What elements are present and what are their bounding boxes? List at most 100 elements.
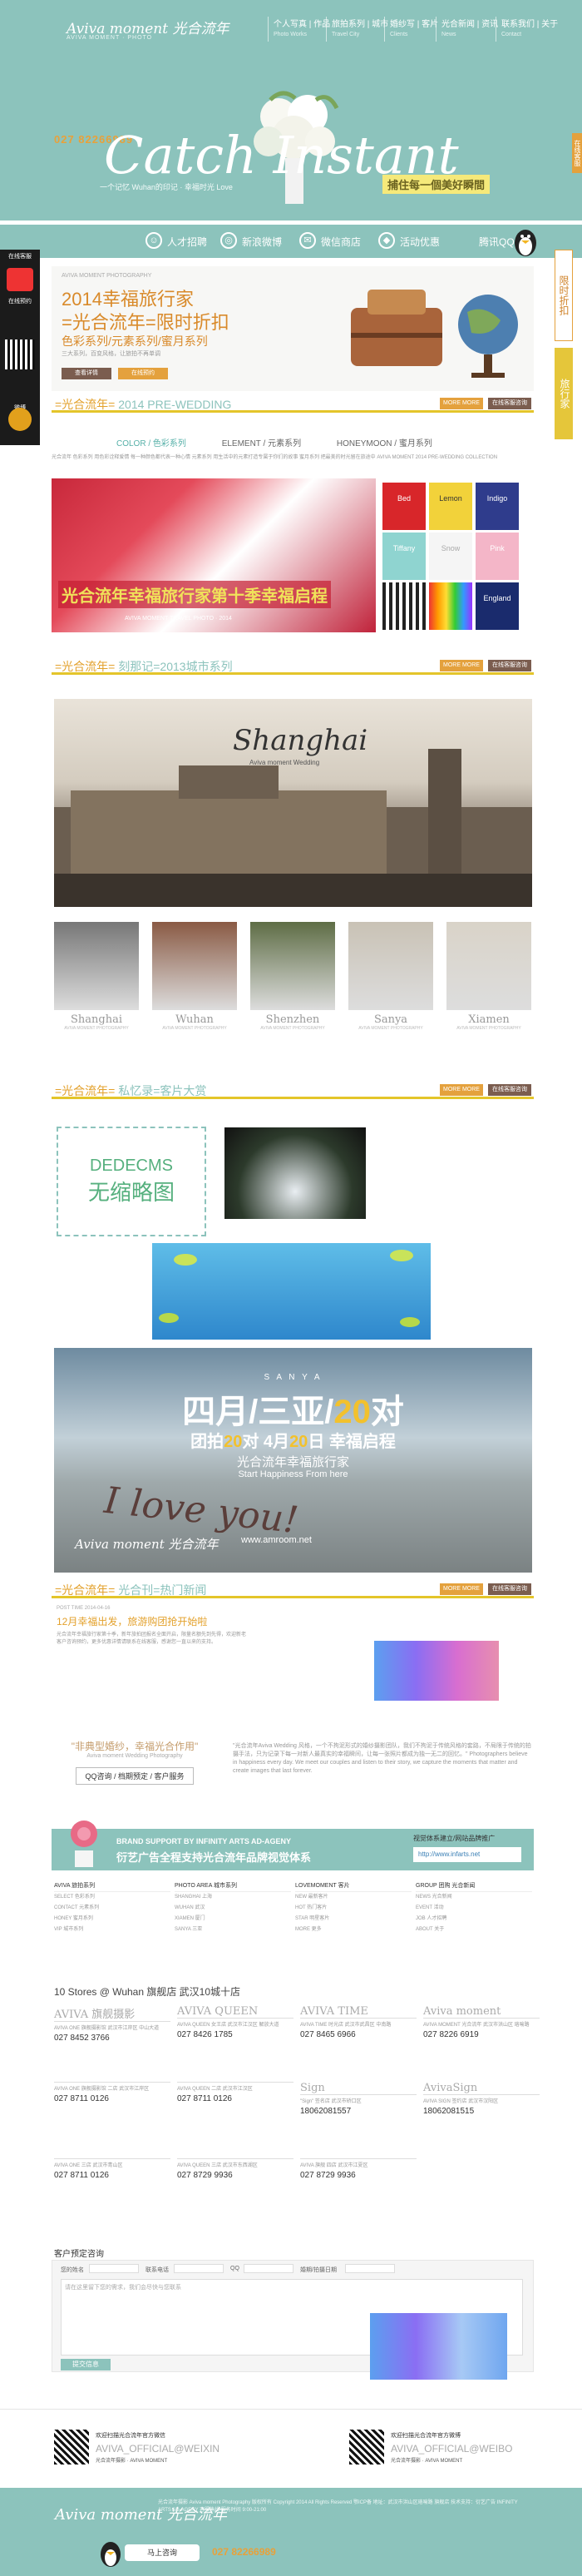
ad-line2: 衍艺广告全程支持光合流年品牌视觉体系 bbox=[116, 1851, 312, 1864]
ad-line3: 视觉体系建立/网站品牌推广 bbox=[413, 1835, 496, 1842]
store-card[interactable]: Aviva moment AVIVA MOMENT 光合流年 武汉市洪山区 珞喻路… bbox=[423, 2005, 540, 2039]
store-card[interactable]: AVIVA QUEEN 二店 武汉市江汉区 027 8711 0126 bbox=[177, 2082, 293, 2103]
city-thumb[interactable]: Sanya AVIVA MOMENT PHOTOGRAPHY bbox=[348, 922, 433, 1031]
color-swatch[interactable]: Indigo bbox=[476, 483, 519, 530]
menu-qq[interactable]: 腾讯QQ bbox=[457, 235, 515, 249]
nav-item-5[interactable]: 联系我们 | 关于 Contact bbox=[496, 17, 558, 42]
color-swatch[interactable]: Bed bbox=[382, 483, 426, 530]
store-card[interactable]: AVIVA 旗舰 四店 武汉市江夏区 027 8729 9936 bbox=[300, 2158, 417, 2180]
more-button[interactable]: MORE MORE bbox=[440, 1583, 483, 1595]
footer-link[interactable]: WUHAN 武汉 bbox=[175, 1903, 291, 1914]
promo-detail-button[interactable]: 查看详情 bbox=[62, 368, 111, 379]
store-card[interactable]: AVIVA ONE 三店 武汉市青山区 027 8711 0126 bbox=[54, 2158, 170, 2180]
client-photo-night[interactable] bbox=[224, 1127, 366, 1219]
footer-link[interactable]: STAR 明星客片 bbox=[295, 1914, 412, 1925]
footer-link[interactable]: XIAMEN 厦门 bbox=[175, 1914, 291, 1925]
rail-traveler[interactable]: 旅行家 bbox=[555, 348, 573, 439]
footer-link[interactable]: JOB 人才招聘 bbox=[416, 1914, 532, 1925]
footer-link[interactable]: SANYA 三亚 bbox=[175, 1925, 291, 1935]
store-card[interactable]: AVIVA QUEEN AVIVA QUEEN 女王店 武汉市江汉区 解放大道 02… bbox=[177, 2005, 293, 2039]
footer-link[interactable]: SHANGHAI 上海 bbox=[175, 1892, 291, 1903]
book-button[interactable]: 在线客服咨询 bbox=[488, 1084, 531, 1096]
nav-item-2[interactable]: 旅拍系列 | 城市 Travel City bbox=[326, 17, 388, 42]
footer-link[interactable]: NEWS 光合新闻 bbox=[416, 1892, 532, 1903]
book-button[interactable]: 在线客服咨询 bbox=[488, 1583, 531, 1595]
service-side-tab[interactable]: 在线客服 bbox=[572, 133, 582, 173]
store-card[interactable]: AVIVA QUEEN 三店 武汉市东西湖区 027 8729 9936 bbox=[177, 2158, 293, 2180]
book-button[interactable]: 在线客服咨询 bbox=[488, 660, 531, 671]
store-card[interactable]: AvivaSign AVIVA SIGN 签约店 武汉市汉阳区 1806208151… bbox=[423, 2082, 540, 2116]
submit-button[interactable]: 提交信息 bbox=[61, 2359, 111, 2370]
form-label-phone: 联系电话 bbox=[146, 2267, 169, 2273]
footer-link[interactable]: VIP 城市系列 bbox=[54, 1925, 170, 1935]
section-clients-header: =光合流年= 私忆录=客片大赏 MORE MORE 在线客服咨询 bbox=[52, 1077, 534, 1099]
footer-link[interactable]: HOT 热门客片 bbox=[295, 1903, 412, 1914]
store-card[interactable]: AVIVA 旗舰摄影 AVIVA ONE 旗舰摄影馆 武汉市江岸区 中山大道 027… bbox=[54, 2005, 170, 2043]
news-headline[interactable]: 12月幸福出发，旅游购团抢开始啦 bbox=[57, 1614, 248, 1628]
rail-discount[interactable]: 限时折扣 bbox=[555, 250, 573, 341]
umbrella-photo[interactable] bbox=[52, 478, 376, 632]
nav-item-1[interactable]: 个人写真 | 作品 Photo Works bbox=[268, 17, 330, 42]
footer-link[interactable]: NEW 最新客片 bbox=[295, 1892, 412, 1903]
more-button[interactable]: MORE MORE bbox=[440, 1084, 483, 1096]
qq-consult-button[interactable]: 马上咨询 bbox=[125, 2544, 200, 2561]
city-thumb[interactable]: Shenzhen AVIVA MOMENT PHOTOGRAPHY bbox=[250, 922, 335, 1031]
promo-banner[interactable]: AVIVA MOMENT PHOTOGRAPHY 2014幸福旅行家 =光合流年… bbox=[52, 266, 534, 391]
book-button[interactable]: 在线客服咨询 bbox=[488, 398, 531, 409]
phone-input[interactable] bbox=[174, 2264, 224, 2273]
brand-support-banner[interactable]: BRAND SUPPORT BY INFINITY ARTS AD-AGENY … bbox=[52, 1821, 534, 1870]
store-card[interactable]: Sign "Sign" 签名店 武汉市硚口区 18062081557 bbox=[300, 2082, 417, 2116]
qq-consult-button[interactable]: QQ咨询 / 档期预定 / 客户服务 bbox=[76, 1767, 194, 1785]
footer-link[interactable]: ABOUT 关于 bbox=[416, 1925, 532, 1935]
ad-url[interactable]: http://www.infarts.net bbox=[413, 1847, 521, 1862]
promo-book-button[interactable]: 在线预约 bbox=[118, 368, 168, 379]
color-swatch[interactable]: England bbox=[476, 582, 519, 630]
rail-service[interactable]: 在线客服 bbox=[0, 250, 40, 263]
store-name: Sign bbox=[300, 2082, 417, 2095]
menu-recruit[interactable]: ☺ 人才招聘 bbox=[146, 232, 207, 249]
thumb-name: Shenzhen bbox=[265, 1013, 320, 1026]
service-badge-icon bbox=[7, 268, 33, 291]
more-button[interactable]: MORE MORE bbox=[440, 398, 483, 409]
qq-input[interactable] bbox=[244, 2264, 293, 2273]
nav-item-4[interactable]: 光合新闻 | 资讯 News bbox=[436, 17, 498, 42]
store-phone: 18062081515 bbox=[423, 2107, 475, 2116]
sanya-banner[interactable]: S A N Y A 四月/三亚/20对 团拍20对 4月20日 幸福启程 光合流… bbox=[54, 1348, 532, 1573]
store-phone: 18062081557 bbox=[300, 2107, 352, 2116]
city-thumb[interactable]: Shanghai AVIVA MOMENT PHOTOGRAPHY bbox=[54, 922, 139, 1031]
sanya-line4: Start Happiness From here bbox=[238, 1469, 348, 1479]
color-swatch[interactable]: Pink bbox=[476, 533, 519, 580]
color-swatch[interactable] bbox=[429, 582, 472, 630]
penguin-icon[interactable] bbox=[511, 226, 540, 258]
color-swatch[interactable] bbox=[382, 582, 426, 630]
legend-element[interactable]: ELEMENT / 元素系列 bbox=[222, 439, 301, 448]
wechat-line3: 光合流年摄影 · AVIVA MOMENT bbox=[96, 2459, 168, 2464]
footer-link[interactable]: MORE 更多 bbox=[295, 1925, 412, 1935]
footer-link[interactable]: SELECT 色彩系列 bbox=[54, 1892, 170, 1903]
city-thumb[interactable]: Wuhan AVIVA MOMENT PHOTOGRAPHY bbox=[152, 922, 237, 1031]
footer-link[interactable]: EVENT 活动 bbox=[416, 1903, 532, 1914]
sanya-url[interactable]: www.amroom.net bbox=[241, 1535, 312, 1545]
nav-item-3[interactable]: 婚纱写 | 客片 Clients bbox=[384, 17, 438, 42]
store-card[interactable]: AVIVA ONE 旗舰摄影馆 二店 武汉市江岸区 027 8711 0126 bbox=[54, 2082, 170, 2103]
no-thumbnail-placeholder[interactable]: DEDECMS 无缩略图 bbox=[57, 1127, 206, 1236]
client-photo-leaves[interactable] bbox=[152, 1243, 431, 1340]
menu-events[interactable]: ◆ 活动优惠 bbox=[378, 232, 440, 249]
color-swatch[interactable]: Tiffany bbox=[382, 533, 426, 580]
legend-honeymoon[interactable]: HONEYMOON / 蜜月系列 bbox=[337, 439, 432, 448]
news-item[interactable]: POST TIME 2014-04-16 12月幸福出发，旅游购团抢开始啦 光合… bbox=[57, 1606, 248, 1647]
name-input[interactable] bbox=[89, 2264, 139, 2273]
color-swatch[interactable]: Snow bbox=[429, 533, 472, 580]
rail-booking[interactable]: 在线预约 bbox=[0, 295, 40, 308]
legend-color[interactable]: COLOR / 色彩系列 bbox=[116, 439, 186, 448]
more-button[interactable]: MORE MORE bbox=[440, 660, 483, 671]
store-card[interactable]: AVIVA TIME AVIVA TIME 时光店 武汉市武昌区 中南路 027 8… bbox=[300, 2005, 417, 2039]
color-swatch[interactable]: Lemon bbox=[429, 483, 472, 530]
menu-weibo[interactable]: ◎ 新浪微博 bbox=[220, 232, 282, 249]
menu-wechat[interactable]: ✉ 微信商店 bbox=[299, 232, 361, 249]
city-thumb[interactable]: Xiamen AVIVA MOMENT PHOTOGRAPHY bbox=[446, 922, 531, 1031]
section-title: =光合流年= 2014 PRE-WEDDING bbox=[55, 398, 232, 411]
date-input[interactable] bbox=[345, 2264, 395, 2273]
footer-link[interactable]: CONTACT 元素系列 bbox=[54, 1903, 170, 1914]
footer-link[interactable]: HONEY 蜜月系列 bbox=[54, 1914, 170, 1925]
